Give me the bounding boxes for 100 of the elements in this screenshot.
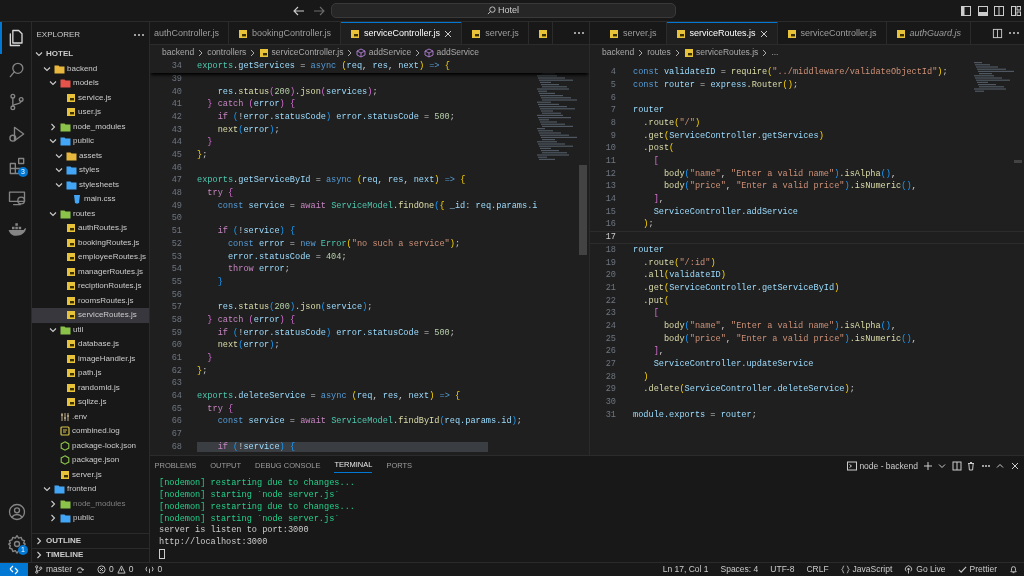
tree-item[interactable]: user.js	[32, 105, 149, 120]
code-line: .route("/")	[642, 117, 701, 129]
tree-item[interactable]: assets	[32, 148, 149, 163]
tree-item[interactable]: public	[32, 134, 149, 149]
tree-item[interactable]: frontend	[32, 482, 149, 497]
tree-item[interactable]: node_modules	[32, 496, 149, 511]
section-header[interactable]: OUTLINE	[32, 533, 149, 548]
chevron-right-icon[interactable]	[34, 550, 44, 561]
tree-item[interactable]: node_modules	[32, 119, 149, 134]
chevron-right-icon	[197, 48, 205, 57]
ports-button[interactable]: 0	[139, 563, 169, 576]
line-number: 56	[170, 289, 182, 300]
breadcrumb[interactable]: routes	[647, 47, 671, 58]
tree-item[interactable]: combined.log	[32, 424, 149, 439]
breadcrumb[interactable]: addService	[356, 47, 412, 58]
account-icon[interactable]	[7, 501, 27, 522]
tree-item[interactable]: authRoutes.js	[32, 221, 149, 236]
tree-item[interactable]: path.js	[32, 366, 149, 381]
editor-tab[interactable]: serviceController.js	[341, 22, 463, 44]
line-number: 62	[170, 365, 182, 376]
terminal-line: [nodemon] starting `node server.js`	[159, 490, 341, 502]
go-live-button[interactable]: Go Live	[898, 563, 952, 576]
branch-icon	[34, 565, 43, 574]
tree-item[interactable]: package-lock.json	[32, 438, 149, 453]
chevron-right-icon[interactable]	[48, 513, 58, 524]
sidebar-layout-icon[interactable]	[960, 4, 973, 17]
indentation-button[interactable]: Spaces: 4	[714, 563, 765, 576]
branch-icon[interactable]	[7, 92, 27, 112]
close-icon[interactable]	[759, 29, 768, 38]
scrollbar-thumb[interactable]	[1014, 160, 1022, 163]
split-layout-icon[interactable]	[993, 4, 1006, 17]
search-field[interactable]: Hotel	[330, 3, 676, 18]
tree-item[interactable]: reciptionRoutes.js	[32, 279, 149, 294]
line-number: 44	[170, 137, 182, 148]
breadcrumb[interactable]: serviceController.js	[259, 47, 344, 58]
tree-item[interactable]: database.js	[32, 337, 149, 352]
chevron-right-icon[interactable]	[48, 121, 58, 132]
css-file-icon	[72, 194, 82, 205]
more-icon[interactable]	[572, 31, 585, 35]
tree-item[interactable]: .env	[32, 409, 149, 424]
breadcrumb[interactable]: backend	[162, 47, 195, 58]
tree-item[interactable]: imageHandler.js	[32, 351, 149, 366]
chevron-up-icon[interactable]	[995, 461, 1005, 471]
breadcrumb[interactable]: ...	[771, 47, 779, 58]
play-bug-icon[interactable]	[7, 124, 27, 144]
split-icon[interactable]	[951, 461, 962, 471]
more-icon[interactable]	[132, 32, 145, 37]
plus-icon[interactable]	[922, 461, 933, 471]
tree-item[interactable]: bookingRoutes.js	[32, 235, 149, 250]
terminal-selector[interactable]: node - backend	[847, 460, 918, 472]
more-icon[interactable]	[1007, 31, 1020, 35]
breadcrumb[interactable]: addService	[424, 47, 479, 58]
tree-item[interactable]: managerRoutes.js	[32, 264, 149, 279]
customize-layout-icon[interactable]	[1009, 4, 1022, 17]
line-ending-button[interactable]: CRLF	[800, 563, 835, 576]
scrollbar-thumb[interactable]	[579, 165, 587, 255]
tree-item[interactable]: styles	[32, 163, 149, 178]
panel-layout-icon[interactable]	[976, 4, 989, 17]
code-line: router	[633, 244, 664, 256]
breadcrumb[interactable]: controllers	[207, 47, 247, 58]
tree-item[interactable]: routes	[32, 206, 149, 221]
code-line: if (!error.statusCode) error.statusCode = 500;	[216, 327, 455, 338]
branch-button[interactable]: master	[28, 563, 91, 576]
tree-item[interactable]: service.js	[32, 90, 149, 105]
close-icon[interactable]	[444, 29, 453, 38]
tree-item[interactable]: server.js	[32, 467, 149, 482]
chevron-right-icon[interactable]	[48, 498, 58, 509]
tree-item[interactable]: main.css	[32, 192, 149, 207]
remote-icon	[9, 564, 19, 575]
code-line: } catch (error) {	[206, 314, 296, 326]
problems-button[interactable]: 0 0	[91, 563, 140, 576]
breadcrumb[interactable]: serviceRoutes.js	[683, 47, 759, 58]
split-editor-icon[interactable]	[992, 27, 1003, 39]
breadcrumb[interactable]: backend	[602, 47, 635, 58]
tree-item[interactable]: serviceRoutes.js	[32, 308, 149, 323]
tree-item[interactable]: sqlize.js	[32, 395, 149, 410]
tree-item[interactable]: randomId.js	[32, 380, 149, 395]
tree-item[interactable]: employeeRoutes.js	[32, 250, 149, 265]
tree-item[interactable]: backend	[32, 61, 149, 76]
cursor-position[interactable]: Ln 17, Col 1	[656, 563, 715, 576]
prettier-button[interactable]: Prettier	[951, 563, 1003, 576]
tree-item[interactable]: roomsRoutes.js	[32, 293, 149, 308]
trash-icon[interactable]	[966, 461, 976, 471]
language-button[interactable]: JavaScript	[834, 563, 899, 576]
tree-item[interactable]: models	[32, 76, 149, 91]
extensions-icon[interactable]	[7, 156, 27, 176]
tree-item[interactable]: util	[32, 322, 149, 337]
close-icon[interactable]	[1009, 461, 1020, 471]
editor-tab[interactable]: serviceRoutes.js	[666, 22, 778, 44]
chevron-down-icon[interactable]	[937, 461, 947, 471]
tree-item[interactable]: public	[32, 511, 149, 526]
workspace-header[interactable]: HOTEL	[32, 47, 149, 62]
code-line: ],	[652, 346, 664, 357]
settings-icon[interactable]	[7, 533, 27, 554]
remote-button[interactable]	[0, 562, 28, 576]
tree-item[interactable]: stylesheets	[32, 177, 149, 192]
tree-item[interactable]: package.json	[32, 453, 149, 468]
js-file-icon	[66, 397, 76, 408]
encoding-button[interactable]: UTF-8	[764, 563, 801, 576]
chevron-right-icon[interactable]	[34, 535, 44, 546]
